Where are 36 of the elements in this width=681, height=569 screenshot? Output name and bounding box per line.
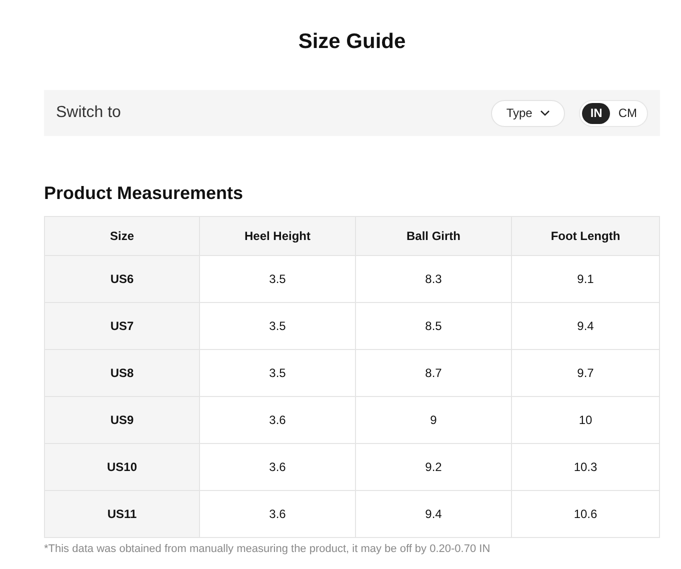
table-cell: US7 <box>44 302 200 350</box>
table-cell: US8 <box>44 350 200 396</box>
type-dropdown[interactable]: Type <box>491 100 566 126</box>
footnote: *This data was obtained from manually measuring the product, it may be off by 0.20-0.70 IN <box>44 542 492 556</box>
table-cell: 3.6 <box>200 490 356 538</box>
table-cell: 9 <box>356 396 512 444</box>
table-cell: 3.6 <box>200 396 356 444</box>
chevron-down-icon <box>540 110 550 116</box>
table-cell: 8.7 <box>356 350 512 396</box>
table-cell: US11 <box>44 490 200 538</box>
column-header: Foot Length <box>512 216 660 256</box>
column-header: Size <box>44 216 200 256</box>
table-cell: US9 <box>44 396 200 444</box>
table-cell: 3.5 <box>200 350 356 396</box>
table-cell: 9.2 <box>356 444 512 490</box>
unit-option[interactable]: CM <box>610 102 645 124</box>
table-cell: 9.1 <box>512 256 660 302</box>
column-header: Ball Girth <box>356 216 512 256</box>
switch-label: Switch to <box>56 104 122 122</box>
table-cell: 9.4 <box>356 490 512 538</box>
table-cell: 3.5 <box>200 256 356 302</box>
table-cell: US10 <box>44 444 200 490</box>
table-cell: 3.6 <box>200 444 356 490</box>
table-cell: 9.7 <box>512 350 660 396</box>
table-cell: 10 <box>512 396 660 444</box>
table-cell: 8.5 <box>356 302 512 350</box>
table-cell: US6 <box>44 256 200 302</box>
section-title: Product Measurements <box>44 182 244 204</box>
column-header: Heel Height <box>200 216 356 256</box>
table-cell: 10.6 <box>512 490 660 538</box>
unit-option[interactable]: IN <box>582 102 610 124</box>
table-cell: 10.3 <box>512 444 660 490</box>
page-title: Size Guide <box>297 29 407 55</box>
table-cell: 8.3 <box>356 256 512 302</box>
table-cell: 3.5 <box>200 302 356 350</box>
table-cell: 9.4 <box>512 302 660 350</box>
